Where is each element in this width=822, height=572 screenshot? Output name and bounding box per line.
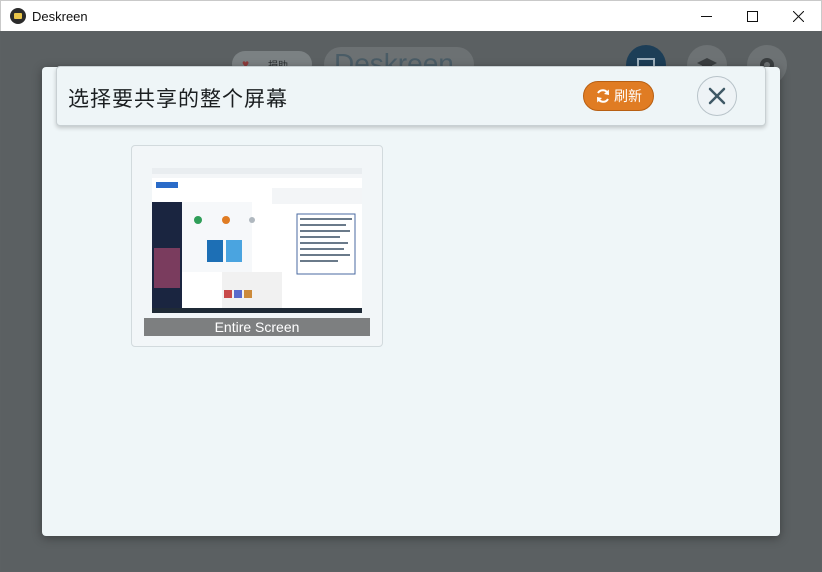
screen-source-label: Entire Screen xyxy=(144,318,370,336)
dialog-title: 选择要共享的整个屏幕 xyxy=(68,87,288,111)
refresh-button[interactable]: 刷新 xyxy=(583,81,654,111)
window-controls xyxy=(683,1,821,32)
share-screen-dialog: 选择要共享的整个屏幕 刷新 Entire Screen xyxy=(42,66,780,536)
window-title: Deskreen xyxy=(32,8,88,24)
window-close-button[interactable] xyxy=(775,1,821,32)
close-icon xyxy=(792,11,804,22)
minimize-button[interactable] xyxy=(683,1,729,32)
maximize-icon xyxy=(746,11,758,22)
refresh-icon xyxy=(597,89,609,103)
screen-thumbnail xyxy=(152,168,362,313)
app-logo-icon xyxy=(10,8,26,24)
refresh-label: 刷新 xyxy=(614,88,642,104)
minimize-icon xyxy=(700,16,712,17)
screen-source-card[interactable]: Entire Screen xyxy=(131,145,383,347)
maximize-button[interactable] xyxy=(729,1,775,32)
close-icon xyxy=(708,87,726,105)
dialog-close-button[interactable] xyxy=(697,76,737,116)
screen-preview-image xyxy=(152,168,362,313)
window-titlebar: Deskreen xyxy=(0,0,822,31)
dialog-header: 选择要共享的整个屏幕 刷新 xyxy=(56,66,766,126)
